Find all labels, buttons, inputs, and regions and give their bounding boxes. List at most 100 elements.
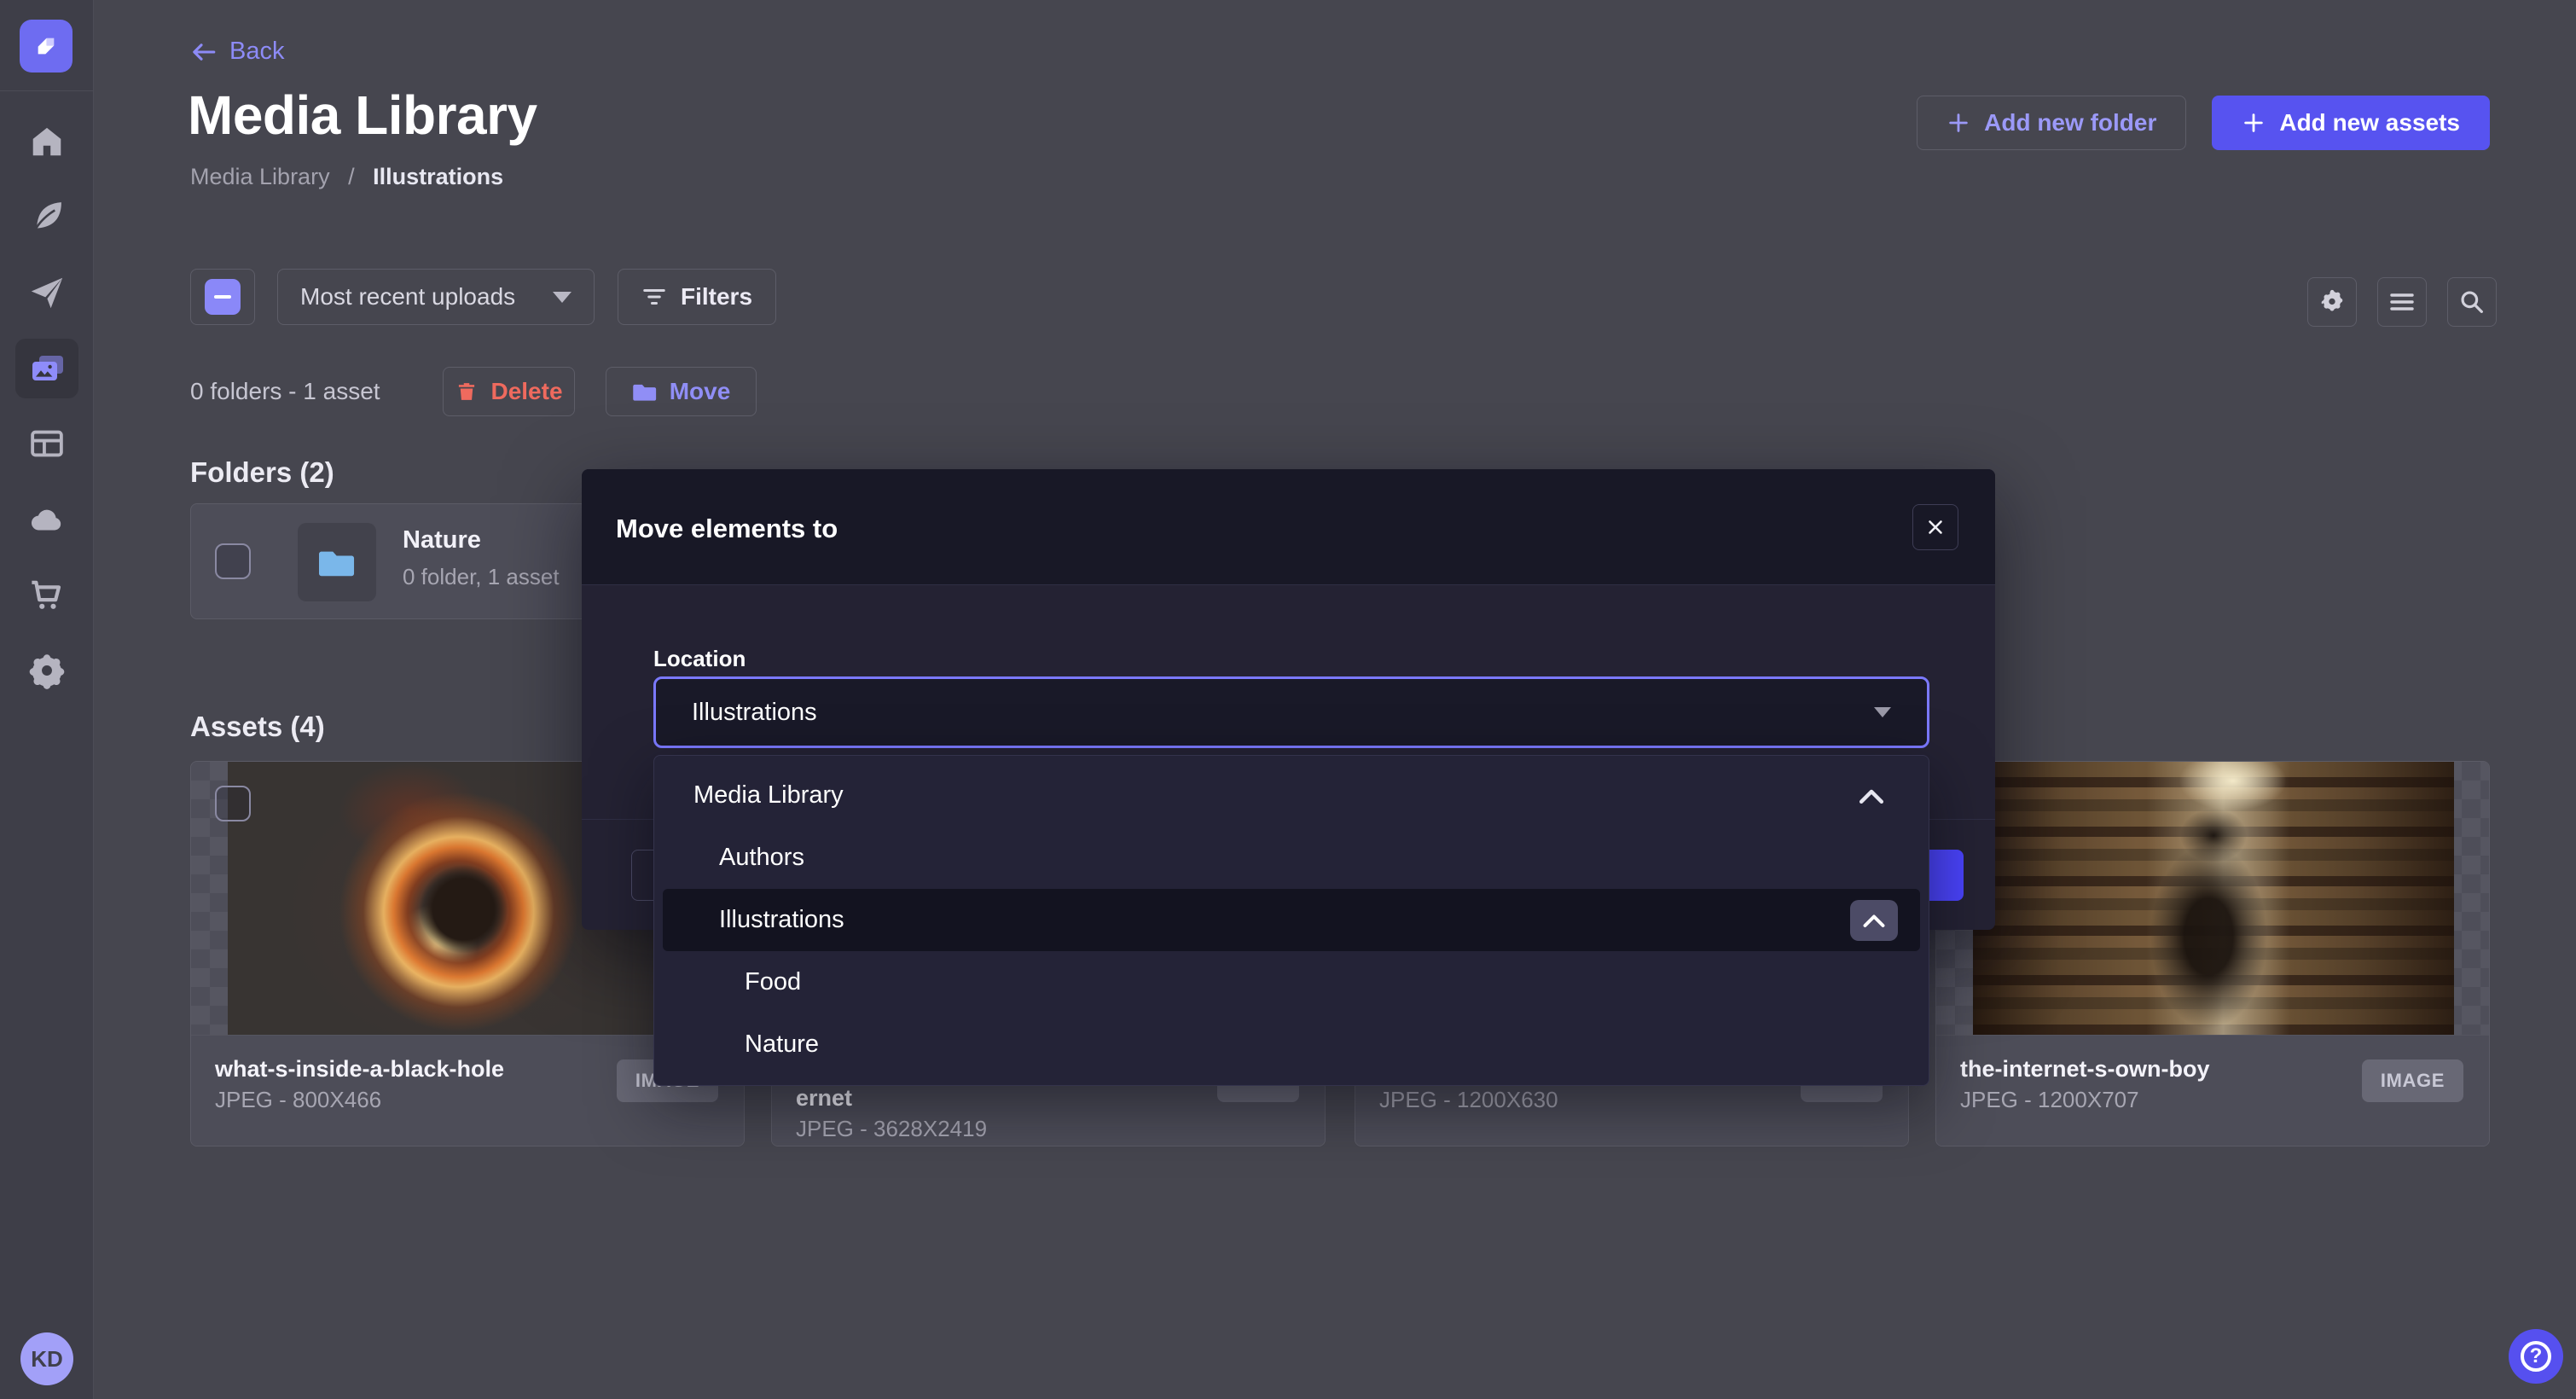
asset-meta: JPEG - 1200X630 xyxy=(1379,1087,1558,1113)
plus-icon xyxy=(1947,111,1970,135)
sidebar: KD xyxy=(0,0,94,1399)
add-new-folder-label: Add new folder xyxy=(1984,109,2156,136)
folder-icon xyxy=(317,544,357,580)
dropdown-option-food[interactable]: Food xyxy=(663,951,1920,1013)
sidebar-item-home[interactable] xyxy=(15,112,78,171)
trash-icon xyxy=(455,380,479,403)
add-new-folder-button[interactable]: Add new folder xyxy=(1917,96,2186,150)
location-label: Location xyxy=(653,646,746,672)
asset-thumbnail xyxy=(1936,762,2489,1035)
chevron-down-icon xyxy=(1874,707,1891,717)
location-dropdown: Media Library Authors Illustrations Food… xyxy=(653,755,1929,1086)
modal-title: Move elements to xyxy=(616,514,838,544)
add-new-assets-button[interactable]: Add new assets xyxy=(2212,96,2490,150)
help-button[interactable]: ? xyxy=(2509,1329,2563,1384)
feather-icon xyxy=(27,197,67,236)
asset-card-internets-own-boy[interactable]: the-internet-s-own-boy JPEG - 1200X707 I… xyxy=(1935,761,2490,1146)
images-icon xyxy=(26,348,67,389)
breadcrumb: Media Library / Illustrations xyxy=(190,164,503,190)
add-new-assets-label: Add new assets xyxy=(2279,109,2460,136)
cart-icon xyxy=(27,575,67,614)
folder-icon xyxy=(632,380,658,403)
folder-meta: 0 folder, 1 asset xyxy=(403,564,560,590)
dropdown-option-label: Illustrations xyxy=(719,906,844,934)
indeterminate-checkbox-icon xyxy=(205,279,241,315)
location-select[interactable]: Illustrations xyxy=(653,676,1929,748)
location-select-value: Illustrations xyxy=(692,699,817,727)
assets-heading: Assets (4) xyxy=(190,711,325,743)
search-button[interactable] xyxy=(2447,277,2497,327)
dropdown-option-media-library[interactable]: Media Library xyxy=(663,764,1920,827)
dropdown-option-label: Food xyxy=(745,968,801,996)
delete-label: Delete xyxy=(490,378,562,405)
question-mark-icon: ? xyxy=(2521,1341,2551,1372)
close-icon xyxy=(1924,516,1947,538)
asset-title: ernet xyxy=(796,1085,852,1112)
gear-icon xyxy=(27,651,67,690)
paper-plane-icon xyxy=(27,273,67,312)
chevron-down-icon xyxy=(553,292,571,303)
folders-heading: Folders (2) xyxy=(190,456,334,489)
asset-title: what-s-inside-a-black-hole xyxy=(215,1056,504,1083)
dropdown-option-illustrations[interactable]: Illustrations xyxy=(663,889,1920,951)
sidebar-item-releases[interactable] xyxy=(15,263,78,322)
sort-value: Most recent uploads xyxy=(300,283,515,311)
list-view-icon xyxy=(2388,290,2416,314)
dropdown-option-label: Authors xyxy=(719,844,804,872)
sort-dropdown[interactable]: Most recent uploads xyxy=(277,269,595,325)
dropdown-option-authors[interactable]: Authors xyxy=(663,827,1920,889)
back-link[interactable]: Back xyxy=(190,38,284,66)
sidebar-item-media-library[interactable] xyxy=(15,339,78,398)
library-photo-image xyxy=(1973,762,2454,1035)
asset-meta: JPEG - 800X466 xyxy=(215,1087,381,1113)
strapi-logo[interactable] xyxy=(20,20,73,73)
breadcrumb-separator: / xyxy=(348,164,355,189)
layout-icon xyxy=(27,424,67,463)
move-label: Move xyxy=(670,378,731,405)
sidebar-item-cloud[interactable] xyxy=(15,490,78,549)
back-label: Back xyxy=(229,38,284,66)
list-view-button[interactable] xyxy=(2377,277,2427,327)
close-modal-button[interactable] xyxy=(1912,504,1958,550)
back-arrow-icon xyxy=(190,41,218,63)
dropdown-option-nature[interactable]: Nature xyxy=(663,1013,1920,1076)
sidebar-item-marketplace[interactable] xyxy=(15,565,78,624)
move-button[interactable]: Move xyxy=(606,367,757,416)
folder-thumbnail xyxy=(298,523,376,601)
selection-summary: 0 folders - 1 asset xyxy=(190,367,380,416)
dropdown-option-label: Nature xyxy=(745,1030,819,1059)
sidebar-item-content[interactable] xyxy=(15,187,78,247)
modal-header: Move elements to xyxy=(582,469,1995,585)
chevron-up-icon[interactable] xyxy=(1857,787,1886,805)
plus-icon xyxy=(2242,111,2266,135)
strapi-logo-icon xyxy=(29,29,63,63)
folder-checkbox[interactable] xyxy=(215,543,251,579)
filters-label: Filters xyxy=(681,283,752,311)
cloud-icon xyxy=(27,500,67,539)
sidebar-divider xyxy=(0,90,94,91)
chevron-up-icon xyxy=(1861,912,1887,929)
dropdown-option-label: Media Library xyxy=(693,781,844,810)
home-icon xyxy=(27,122,67,161)
search-icon xyxy=(2458,288,2486,316)
folder-name: Nature xyxy=(403,526,481,554)
delete-button[interactable]: Delete xyxy=(443,367,575,416)
asset-type-badge: IMAGE xyxy=(2362,1059,2463,1102)
asset-meta: JPEG - 1200X707 xyxy=(1960,1087,2139,1113)
breadcrumb-current: Illustrations xyxy=(373,164,503,189)
asset-card-footer: the-internet-s-own-boy JPEG - 1200X707 I… xyxy=(1936,1035,2489,1146)
asset-checkbox[interactable] xyxy=(215,786,251,821)
sidebar-item-settings[interactable] xyxy=(15,641,78,700)
asset-meta: JPEG - 3628X2419 xyxy=(796,1116,987,1142)
collapse-children-button[interactable] xyxy=(1850,900,1898,941)
page-title: Media Library xyxy=(188,84,537,147)
select-all-checkbox[interactable] xyxy=(190,269,255,325)
breadcrumb-parent[interactable]: Media Library xyxy=(190,164,330,189)
sidebar-item-content-type-builder[interactable] xyxy=(15,414,78,473)
header-actions: Add new folder Add new assets xyxy=(1917,96,2490,150)
filter-icon xyxy=(641,286,667,308)
asset-title: the-internet-s-own-boy xyxy=(1960,1056,2209,1083)
view-settings-button[interactable] xyxy=(2307,277,2357,327)
user-avatar[interactable]: KD xyxy=(20,1332,73,1385)
filters-button[interactable]: Filters xyxy=(618,269,776,325)
